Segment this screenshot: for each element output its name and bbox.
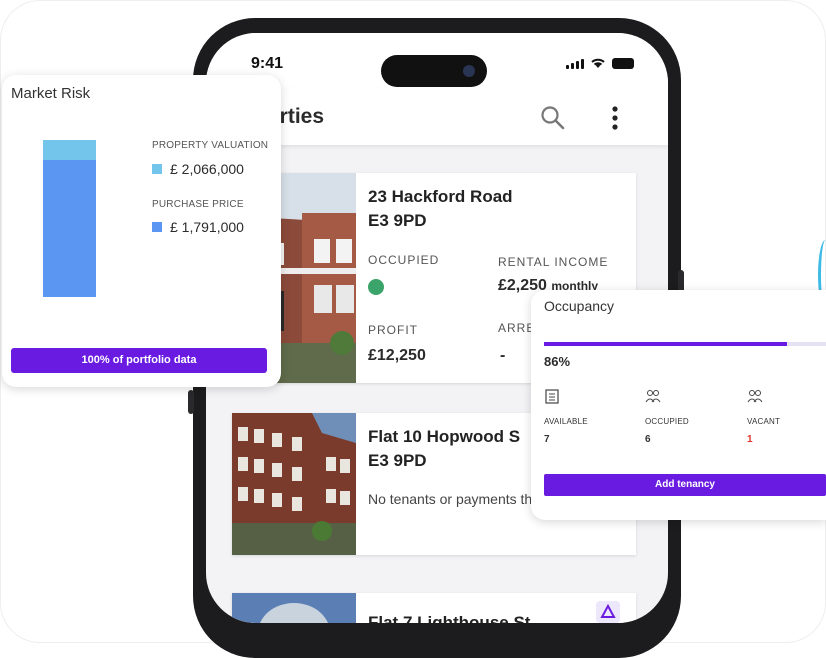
valuation-bar-segment: [43, 140, 96, 160]
tenants-icon: [747, 390, 763, 403]
address-postcode: E3 9PD: [368, 451, 427, 470]
dynamic-island: [381, 55, 487, 87]
occupancy-title: Occupancy: [544, 298, 615, 314]
portfolio-data-button[interactable]: 100% of portfolio data: [11, 348, 267, 373]
vacant-value: 1: [747, 434, 753, 445]
address-line-1: 23 Hackford Road: [368, 187, 513, 206]
valuation-value: £ 2,066,000: [170, 161, 244, 177]
warning-badge: [596, 601, 620, 623]
battery-icon: [612, 58, 634, 69]
add-tenancy-button[interactable]: Add tenancy: [544, 474, 826, 496]
valuation-label: PROPERTY VALUATION: [152, 140, 269, 151]
status-time: 9:41: [251, 55, 284, 72]
market-risk-card: Market Risk PROPERTY VALUATION £ 2,066,0…: [2, 75, 281, 387]
property-address: Flat 7 Lighthouse St: [368, 611, 530, 623]
tenants-icon: [645, 390, 661, 403]
property-photo: [232, 593, 356, 623]
phone-side-button: [188, 390, 194, 414]
occupied-value: 6: [645, 434, 651, 445]
occupancy-percent: 86%: [544, 354, 571, 369]
triangle-icon: [600, 603, 616, 618]
property-card[interactable]: Flat 7 Lighthouse St: [232, 593, 636, 623]
camera-icon: [463, 65, 475, 77]
signal-icon: [566, 59, 584, 69]
occupancy-progress-track: [544, 342, 826, 346]
rental-income-label: RENTAL INCOME: [498, 255, 609, 269]
purchase-bar-segment: [43, 160, 96, 297]
property-address: Flat 10 Hopwood S E3 9PD: [368, 425, 520, 473]
occupied-label: OCCUPIED: [645, 417, 689, 426]
status-label: OCCUPIED: [368, 253, 440, 267]
search-icon[interactable]: [540, 105, 566, 131]
property-address: 23 Hackford Road E3 9PD: [368, 185, 513, 233]
address-line-1: Flat 7 Lighthouse St: [368, 613, 531, 623]
more-options-icon[interactable]: [611, 105, 619, 131]
vacant-label: VACANT: [747, 417, 781, 426]
occupancy-progress-fill: [544, 342, 787, 346]
property-photo: [232, 413, 356, 555]
available-value: 7: [544, 434, 550, 445]
purchase-value: £ 1,791,000: [170, 219, 244, 235]
status-indicator: [368, 279, 384, 295]
valuation-swatch: [152, 164, 162, 174]
status-icons: [566, 57, 634, 69]
arrears-label: ARRE: [498, 321, 536, 335]
occupancy-available: AVAILABLE 7: [544, 388, 634, 445]
address-postcode: E3 9PD: [368, 211, 427, 230]
building-icon: [545, 389, 559, 404]
address-line-1: Flat 10 Hopwood S: [368, 427, 521, 446]
available-label: AVAILABLE: [544, 417, 588, 426]
occupancy-vacant: VACANT 1: [747, 388, 826, 445]
occupancy-occupied: OCCUPIED 6: [645, 388, 735, 445]
occupancy-card: Occupancy 86% AVAILABLE 7 OCCUPIED 6 VAC…: [531, 290, 826, 520]
arrears-value: -: [500, 347, 506, 364]
profit-value: £12,250: [368, 347, 426, 364]
purchase-swatch: [152, 222, 162, 232]
purchase-label: PURCHASE PRICE: [152, 199, 244, 210]
wifi-icon: [591, 58, 605, 68]
market-risk-title: Market Risk: [11, 85, 91, 102]
profit-label: PROFIT: [368, 323, 418, 337]
